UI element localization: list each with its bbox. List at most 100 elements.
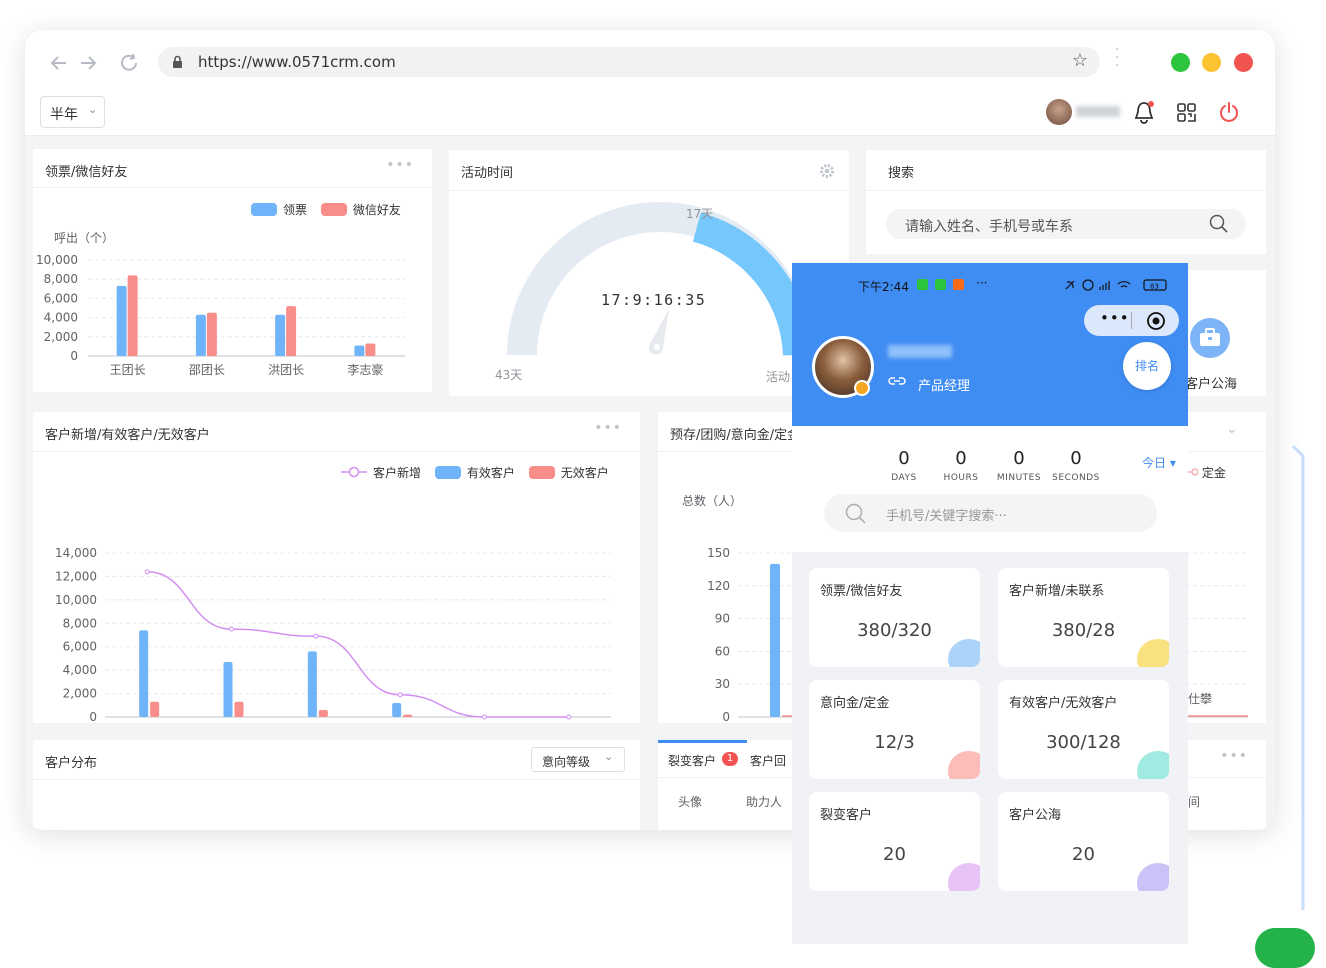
reload-icon[interactable] (121, 54, 137, 71)
capsule-more-icon[interactable]: ••• (1100, 309, 1130, 327)
tile-value: 12/3 (874, 732, 915, 753)
miniprogram-capsule[interactable]: ••• (1084, 305, 1179, 336)
stat-tile[interactable]: 客户新增/未联系 380/28 (998, 568, 1169, 667)
minimize-dot[interactable] (1202, 53, 1221, 72)
tile-decoration (1137, 639, 1169, 667)
status-time: 下午2:44 (858, 280, 909, 294)
search-placeholder: 手机号/关键字搜索··· (886, 509, 1007, 524)
card-customer-stats: 客户新增/有效客户/无效客户 ••• 客户新增 有效客户 无效客户 14,000… (33, 412, 640, 723)
period-select[interactable]: 半年 ⌄ (40, 96, 105, 128)
mobile-search-input[interactable]: 手机号/关键字搜索··· (824, 494, 1157, 532)
line-point (144, 569, 150, 575)
bar (286, 306, 297, 356)
tile-decoration (1137, 863, 1169, 891)
intent-level-select[interactable]: 意向等级 ⌄ (531, 747, 625, 772)
chat-bubble[interactable] (1255, 928, 1315, 968)
status-icons: 83 (1065, 279, 1167, 291)
tile-label: 意向金/定金 (820, 696, 890, 711)
y-tick-label: 0 (70, 349, 78, 363)
app-icon (935, 279, 946, 290)
tab-badge: 1 (722, 752, 738, 766)
y-tick-label: 14,000 (55, 546, 97, 560)
back-icon[interactable] (50, 56, 66, 70)
y-tick-label: 2,000 (63, 687, 97, 701)
x-tick-label: 洪团长 (268, 363, 304, 377)
verified-badge-icon (854, 380, 870, 396)
card-tickets-wechat: 领票/微信好友 ••• 领票 微信好友 呼出（个） 10,000 8,000 6,0… (33, 149, 432, 392)
bar (223, 661, 233, 717)
capsule-divider (1131, 312, 1132, 329)
briefcase-icon[interactable] (1190, 318, 1230, 358)
chevron-down-icon: ⌄ (88, 103, 98, 116)
tile-value: 20 (883, 844, 906, 865)
browser-chrome: https://www.0571crm.com ☆ · · · (25, 30, 1275, 92)
tile-decoration (948, 751, 980, 779)
power-icon[interactable] (1218, 101, 1240, 123)
tile-value: 300/128 (1046, 732, 1121, 753)
tab-fission-customers[interactable]: 裂变客户 (668, 752, 716, 769)
browser-menu-icon[interactable]: · · · (1115, 43, 1119, 73)
capsule-close-icon[interactable] (1146, 311, 1166, 331)
tile-label: 客户新增/未联系 (1009, 584, 1105, 599)
x-tick-label: 邵团长 (189, 363, 225, 377)
rank-button[interactable]: 排名 (1123, 342, 1171, 390)
qrcode-icon[interactable] (1176, 102, 1198, 124)
gauge-center-value: 17:9:16:35 (601, 291, 707, 309)
y-tick-label: 10,000 (36, 253, 78, 267)
stat-tile[interactable]: 领票/微信好友 380/320 (809, 568, 980, 667)
x-tick-label: 王团长 (110, 363, 146, 377)
signal-icon (1099, 281, 1110, 290)
countdown-minutes: 0 (1013, 448, 1025, 469)
bar (275, 314, 286, 356)
battery-level: 83 (1150, 283, 1159, 291)
period-select-value: 半年 (50, 107, 78, 123)
tab-customer-return[interactable]: 客户回 (750, 752, 786, 769)
url-text: https://www.0571crm.com (198, 53, 396, 71)
star-icon[interactable]: ☆ (1072, 50, 1088, 71)
stat-tile[interactable]: 有效客户/无效客户 300/128 (998, 680, 1169, 779)
chevron-down-icon: ⌄ (604, 750, 614, 763)
line-point (397, 692, 403, 698)
more-icon[interactable]: ••• (1220, 748, 1248, 764)
close-dot[interactable] (1234, 53, 1253, 72)
search-placeholder: 请输入姓名、手机号或车系 (905, 219, 1073, 235)
bar (403, 714, 413, 717)
y-tick-label: 2,000 (44, 330, 78, 344)
search-input[interactable]: 请输入姓名、手机号或车系 (886, 209, 1246, 239)
x-tick-label: 李志豪 (347, 362, 383, 377)
bell-icon[interactable] (1132, 100, 1156, 126)
search-icon[interactable] (1209, 214, 1229, 234)
countdown-hours: 0 (955, 448, 967, 469)
y-tick-label: 6,000 (63, 640, 97, 654)
mute-icon (1065, 280, 1075, 290)
profile-name-redacted (888, 345, 952, 358)
y-tick-label: 120 (707, 579, 730, 593)
username-redacted (1076, 106, 1120, 117)
maximize-dot[interactable] (1171, 53, 1190, 72)
column-header: 头像 (678, 795, 703, 809)
user-avatar[interactable] (1046, 99, 1072, 125)
line-point (313, 633, 319, 639)
card-activity-time: 活动时间 17:9:16:35 17天 43天 活动 (449, 150, 849, 396)
forward-icon[interactable] (81, 56, 97, 70)
y-tick-label: 12,000 (55, 569, 97, 583)
bar (318, 709, 328, 717)
gauge-left-label: 43天 (495, 368, 523, 382)
stat-tile[interactable]: 裂变客户 20 (809, 792, 980, 891)
bar (195, 314, 206, 356)
bar (307, 651, 317, 717)
legend-label: 定金 (1201, 466, 1226, 480)
tile-value: 380/28 (1051, 620, 1116, 641)
address-bar[interactable]: https://www.0571crm.com ☆ (158, 47, 1100, 77)
tickets-bar-chart: 10,000 8,000 6,000 4,000 2,000 0 王团长 邵团长 洪团长 李志豪 (36, 253, 405, 377)
stat-tile[interactable]: 意向金/定金 12/3 (809, 680, 980, 779)
search-icon[interactable] (845, 503, 867, 525)
stat-tile[interactable]: 客户公海 20 (998, 792, 1169, 891)
customer-pool-link[interactable]: 客户公海 (1185, 373, 1237, 392)
range-select[interactable]: 今日 ▾ (1142, 454, 1176, 471)
card-customer-distribution: 客户分布 意向等级 ⌄ (33, 740, 640, 830)
decorative-frame (1291, 444, 1305, 910)
link-icon (888, 377, 906, 385)
gauge-needle-hub (654, 344, 660, 350)
bar (770, 563, 780, 717)
